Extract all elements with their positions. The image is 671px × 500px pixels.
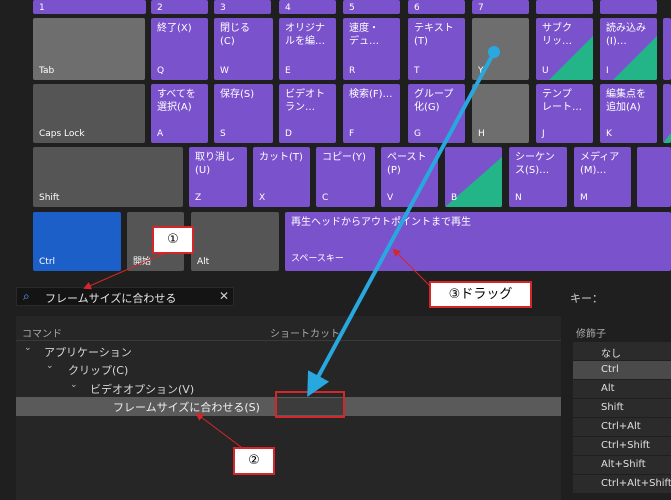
callout-3: ③ドラッグ [429,281,532,308]
callout-arrow-1 [83,252,166,290]
callout-1: ① [152,226,194,254]
callout-arrow-3 [392,248,433,289]
annotation-arrows [83,46,500,451]
callout-2: ② [233,447,275,475]
drag-arrow [307,55,494,398]
callout-arrow-2 [195,412,246,451]
